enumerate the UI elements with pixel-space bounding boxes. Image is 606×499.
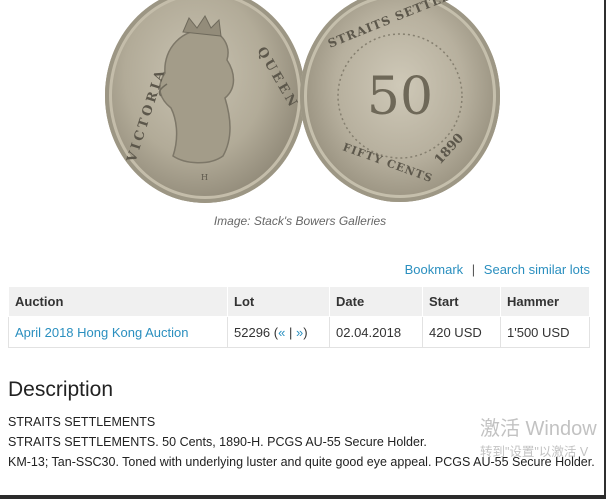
- taskbar-edge: [0, 495, 606, 499]
- coin-images: VICTORIA QUEEN H STRAITS SETTLEMENTS 50 …: [0, 0, 606, 205]
- reverse-year: 1890: [432, 131, 467, 168]
- next-lot-link[interactable]: »: [296, 325, 303, 340]
- obverse-mint-mark: H: [201, 173, 208, 182]
- auction-cell: April 2018 Hong Kong Auction: [8, 316, 228, 348]
- lot-cell: 52296 (« | »): [227, 316, 330, 348]
- obverse-legend-right: QUEEN: [254, 45, 302, 113]
- image-caption: Image: Stack's Bowers Galleries: [213, 214, 387, 228]
- column-header-hammer: Hammer: [500, 286, 590, 317]
- windows-activation-hint: 转到"设置"以激活 V: [480, 445, 589, 459]
- obverse-portrait: VICTORIA QUEEN H: [124, 15, 302, 182]
- lot-info-table: Auction Lot Date Start Hammer April 2018…: [8, 286, 590, 348]
- reverse-legend-bottom: FIFTY CENTS: [341, 141, 435, 186]
- windows-activation-watermark: 激活 Window: [480, 418, 597, 440]
- lot-actions: Bookmark | Search similar lots: [405, 262, 590, 277]
- column-header-auction: Auction: [8, 286, 228, 317]
- column-header-start: Start: [422, 286, 501, 317]
- table-row: April 2018 Hong Kong Auction 52296 (« | …: [8, 316, 590, 348]
- auction-link[interactable]: April 2018 Hong Kong Auction: [15, 325, 188, 340]
- date-cell: 02.04.2018: [329, 316, 423, 348]
- column-header-date: Date: [329, 286, 423, 317]
- table-header-row: Auction Lot Date Start Hammer: [8, 286, 590, 317]
- previous-lot-link[interactable]: «: [278, 325, 285, 340]
- start-price-cell: 420 USD: [422, 316, 501, 348]
- search-similar-lots-link[interactable]: Search similar lots: [484, 262, 590, 277]
- obverse-legend-left: VICTORIA: [124, 66, 169, 165]
- reverse-legend-top: STRAITS SETTLEMENTS: [326, 0, 500, 51]
- actions-separator: |: [471, 262, 476, 277]
- lot-number: 52296: [234, 324, 271, 340]
- column-header-lot: Lot: [227, 286, 330, 317]
- reverse-design: STRAITS SETTLEMENTS 50 FIFTY CENTS 1890: [326, 0, 500, 186]
- coin-reverse-image[interactable]: STRAITS SETTLEMENTS 50 FIFTY CENTS 1890: [300, 0, 500, 202]
- coin-obverse-image[interactable]: VICTORIA QUEEN H: [105, 0, 305, 203]
- hammer-price-cell: 1'500 USD: [500, 316, 590, 348]
- description-heading: Description: [8, 378, 114, 401]
- lot-nav-separator: |: [288, 324, 293, 340]
- reverse-denomination: 50: [367, 67, 433, 127]
- bookmark-link[interactable]: Bookmark: [405, 262, 464, 277]
